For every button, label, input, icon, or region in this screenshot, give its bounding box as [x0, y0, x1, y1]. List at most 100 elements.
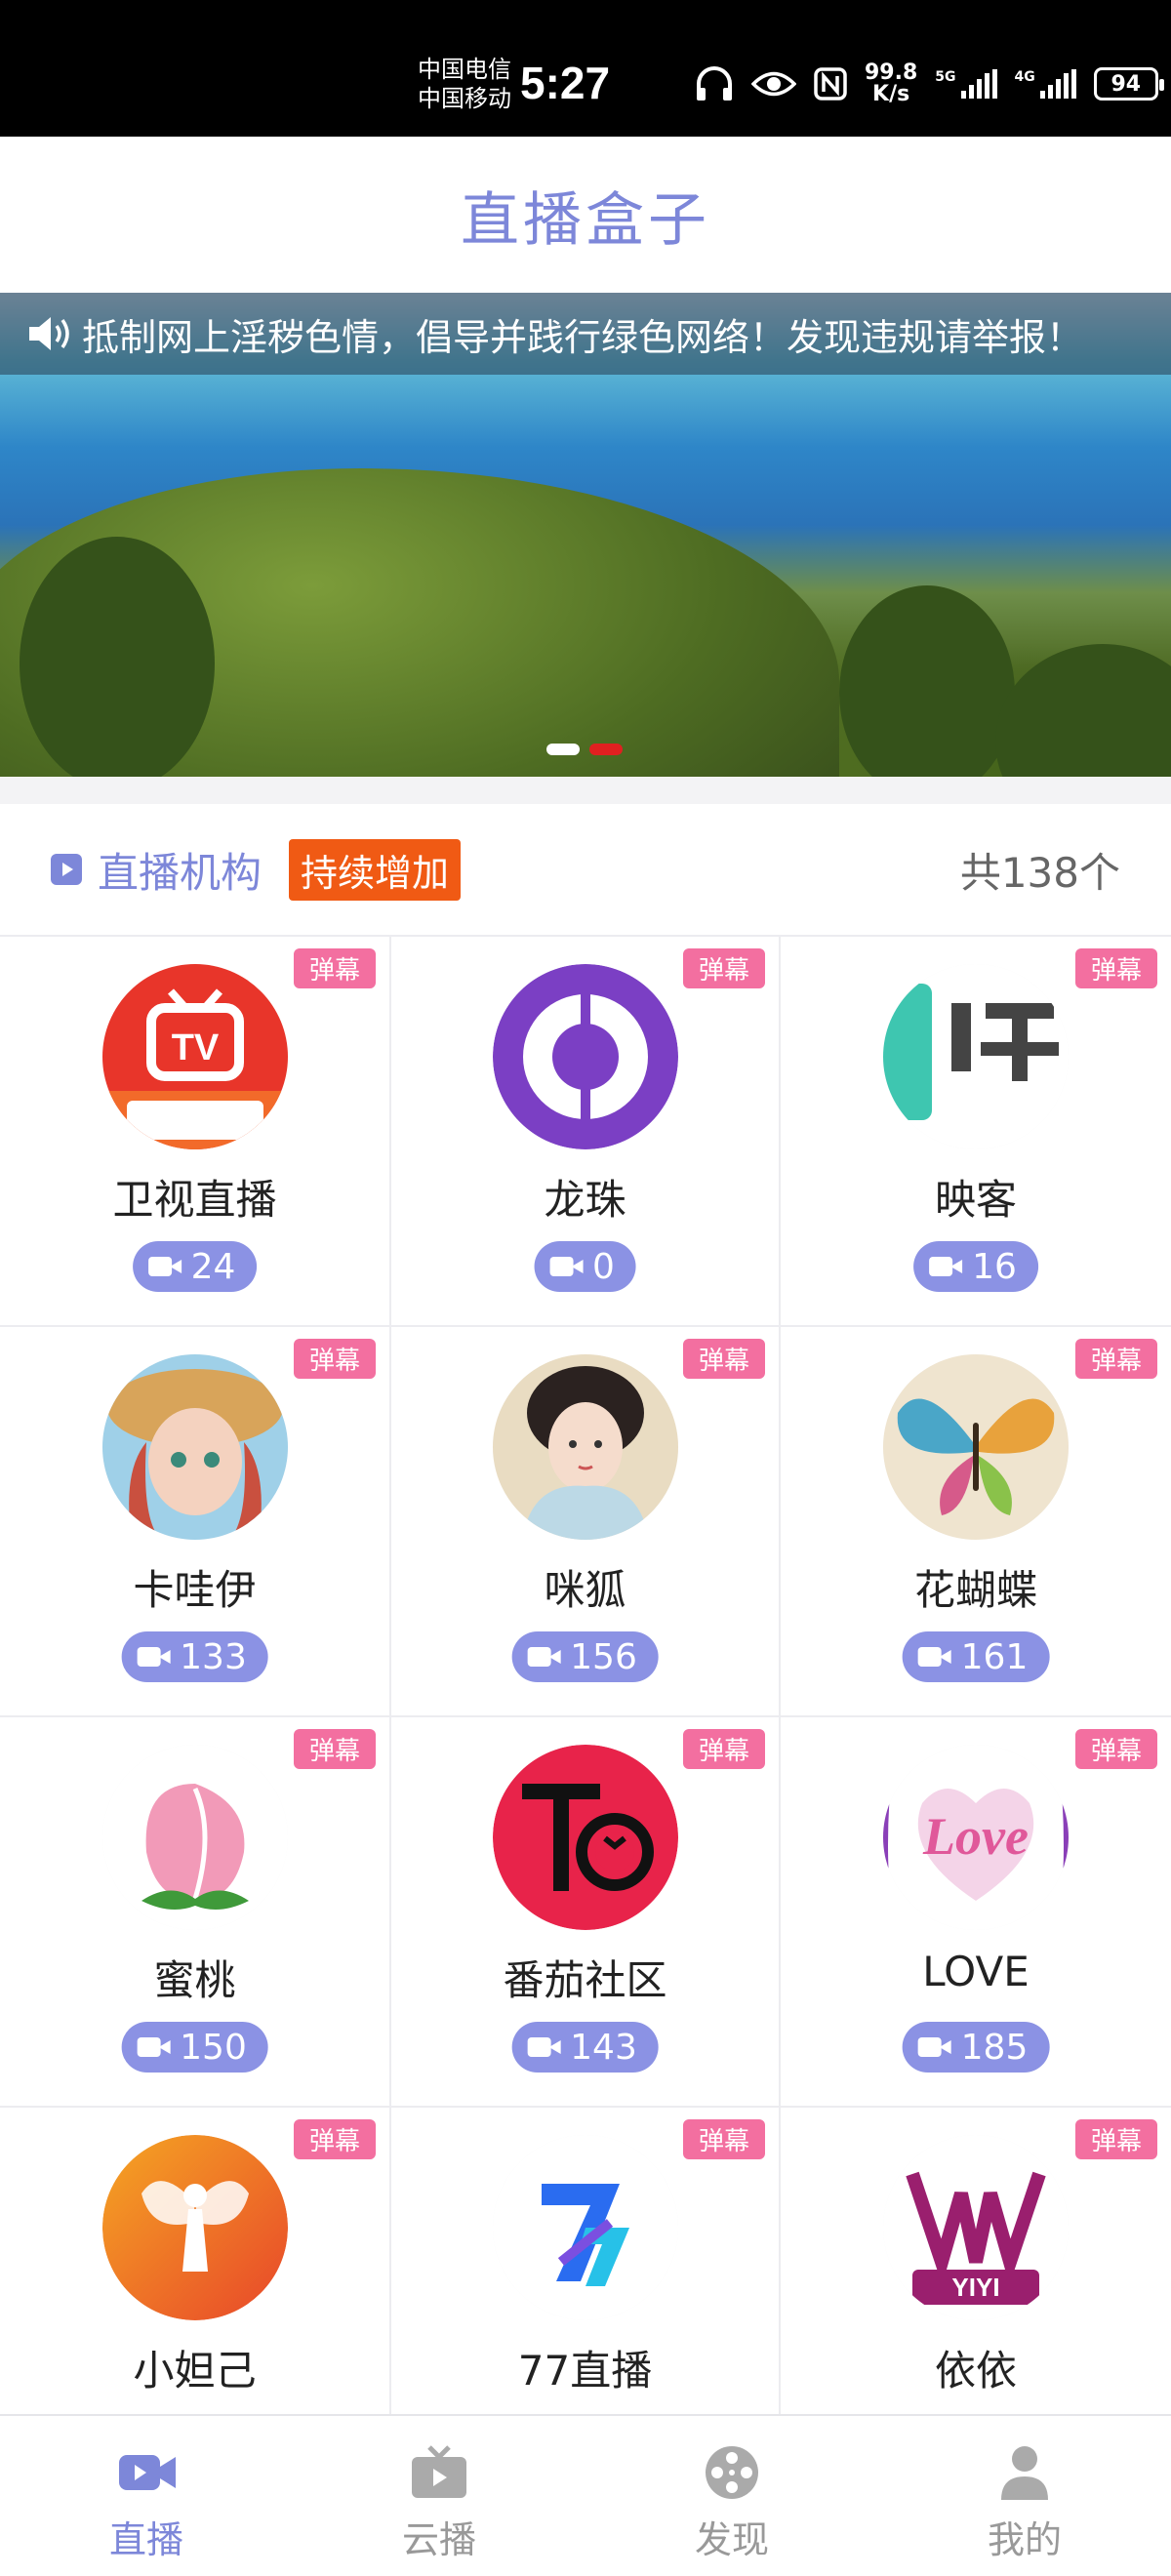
viewer-count-value: 16 [972, 1246, 1017, 1287]
platform-name: 映客 [934, 1176, 1017, 1224]
platform-card[interactable]: 弹幕 咪狐 156 [391, 1327, 781, 1717]
camera-icon [929, 1255, 963, 1278]
platform-card[interactable]: 弹幕 蜜桃 150 [0, 1717, 391, 2108]
tv-logo-icon: TV [101, 964, 288, 1149]
viewer-count: 16 [913, 1241, 1038, 1292]
tab-label: 发现 [694, 2518, 769, 2561]
viewer-count-value: 161 [960, 1636, 1029, 1677]
danmu-badge: 弹幕 [1074, 2119, 1157, 2159]
danmu-badge: 弹幕 [293, 1339, 376, 1379]
platform-card[interactable]: 弹幕 Love LOVE 185 [781, 1717, 1171, 2108]
danmu-badge: 弹幕 [1074, 948, 1157, 988]
page-title: 直播盒子 [461, 185, 710, 255]
viewer-count: 24 [132, 1241, 258, 1292]
bottom-tab-bar: 直播 云播 发现 我的 [0, 2414, 1171, 2576]
platform-card[interactable]: 弹幕 花蝴蝶 161 [781, 1327, 1171, 1717]
tab-mine[interactable]: 我的 [878, 2416, 1171, 2576]
platform-grid: 弹幕 TV 卫视直播 24 弹幕 龙珠 0 弹幕 映客 16 弹幕 卡哇伊 13… [0, 935, 1171, 2414]
signal-2-icon: 4G [1015, 69, 1076, 99]
xiaodaji-logo-icon [101, 2135, 288, 2320]
signal-1-icon: 5G [935, 69, 997, 99]
battery-icon: 94 [1093, 67, 1164, 101]
platform-name: 番茄社区 [503, 1956, 667, 2004]
peach-logo-icon [101, 1745, 288, 1930]
camera-icon [137, 2035, 171, 2059]
platform-name: LOVE [922, 1948, 1030, 1995]
viewer-count-value: 150 [180, 2027, 247, 2068]
tab-label: 云播 [401, 2518, 476, 2561]
network-type-1: 5G [935, 69, 956, 85]
eye-icon [751, 71, 796, 97]
viewer-count: 143 [511, 2022, 659, 2073]
nfc-icon [814, 67, 847, 101]
tv-icon [408, 2443, 470, 2502]
play-icon [51, 854, 82, 885]
svg-text:TV: TV [171, 1027, 219, 1068]
platform-name: 龙珠 [544, 1176, 626, 1224]
seventy-seven-logo-icon [492, 2135, 678, 2320]
carousel-dot-active[interactable] [589, 744, 623, 755]
danmu-badge: 弹幕 [682, 1729, 765, 1769]
platform-name: 77直播 [517, 2347, 653, 2395]
danmu-badge: 弹幕 [1074, 1729, 1157, 1769]
platform-card[interactable]: 弹幕 小妲己 [0, 2108, 391, 2414]
tab-live[interactable]: 直播 [0, 2416, 293, 2576]
platform-card[interactable]: 弹幕 卡哇伊 133 [0, 1327, 391, 1717]
carrier-2: 中国移动 [418, 85, 511, 112]
banner-carousel[interactable]: 抵制网上淫秽色情，倡导并践行绿色网络！发现违规请举报！ [0, 293, 1171, 777]
tab-label: 直播 [108, 2518, 183, 2561]
platform-card[interactable]: 弹幕 映客 16 [781, 937, 1171, 1327]
danmu-badge: 弹幕 [293, 1729, 376, 1769]
viewer-count: 150 [121, 2022, 268, 2073]
tab-label: 我的 [987, 2518, 1062, 2561]
tomato-logo-icon [492, 1745, 678, 1930]
platform-name: 蜜桃 [153, 1956, 236, 2004]
platform-card[interactable]: 弹幕 TV 卫视直播 24 [0, 937, 391, 1327]
platform-card[interactable]: 弹幕 龙珠 0 [391, 937, 781, 1327]
speaker-icon [0, 293, 82, 375]
section-tag: 持续增加 [289, 838, 462, 901]
danmu-badge: 弹幕 [1074, 1339, 1157, 1379]
svg-text:Love: Love [922, 1807, 1029, 1866]
status-icons: 99.8 K/s 5G 4G 94 [695, 62, 1164, 106]
carrier-info: 中国电信 中国移动 [418, 55, 511, 113]
speed-unit: K/s [872, 82, 910, 106]
danmu-badge: 弹幕 [293, 948, 376, 988]
tab-discover[interactable]: 发现 [586, 2416, 878, 2576]
danmu-badge: 弹幕 [682, 1339, 765, 1379]
svg-text:YIYI: YIYI [951, 2273, 999, 2302]
viewer-count: 0 [534, 1241, 636, 1292]
notice-bar[interactable]: 抵制网上淫秽色情，倡导并践行绿色网络！发现违规请举报！ [0, 293, 1171, 375]
viewer-count-value: 156 [570, 1636, 637, 1677]
viewer-count: 133 [121, 1631, 268, 1682]
status-bar: 中国电信 中国移动 5:27 99.8 K/s 5G 4G 94 [0, 0, 1171, 137]
camera-icon [549, 1255, 584, 1278]
camera-icon [527, 1645, 561, 1669]
status-time: 5:27 [520, 58, 611, 108]
camera-icon [527, 2035, 561, 2059]
viewer-count: 161 [902, 1631, 1050, 1682]
carrier-1: 中国电信 [418, 56, 511, 83]
danmu-badge: 弹幕 [682, 2119, 765, 2159]
viewer-count: 185 [902, 2022, 1050, 2073]
butterfly-logo-icon [883, 1354, 1069, 1540]
carousel-indicator [546, 744, 623, 755]
platform-card[interactable]: 弹幕 番茄社区 143 [391, 1717, 781, 2108]
platform-card[interactable]: 弹幕 77直播 [391, 2108, 781, 2414]
video-camera-icon [115, 2443, 178, 2502]
user-icon [993, 2443, 1056, 2502]
platform-name: 依依 [934, 2347, 1017, 2395]
section-title: 直播机构 [98, 848, 262, 897]
yiyi-logo-icon: YIYI [883, 2135, 1069, 2320]
danmu-badge: 弹幕 [293, 2119, 376, 2159]
platform-card[interactable]: 弹幕 YIYI 依依 [781, 2108, 1171, 2414]
viewer-count-value: 185 [960, 2027, 1029, 2068]
section-header: 直播机构 持续增加 共138个 [0, 804, 1171, 935]
kawayi-avatar-icon [101, 1354, 288, 1540]
camera-icon [917, 2035, 951, 2059]
carousel-dot[interactable] [546, 744, 580, 755]
platform-name: 卫视直播 [112, 1176, 277, 1224]
network-type-2: 4G [1014, 69, 1035, 85]
danmu-badge: 弹幕 [682, 948, 765, 988]
tab-cloud[interactable]: 云播 [293, 2416, 586, 2576]
